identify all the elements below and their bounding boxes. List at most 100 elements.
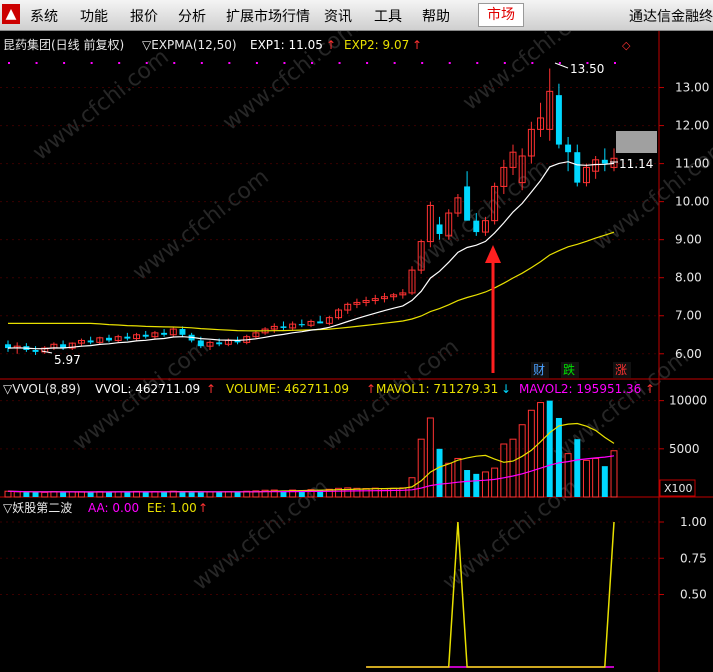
mavol2-arrow: ↑ (645, 382, 655, 396)
signal-dot (503, 62, 506, 64)
volume-bar (188, 492, 195, 497)
vvol-indicator-name[interactable]: ▽VVOL(8,89) (3, 382, 81, 396)
candle-body (601, 159, 608, 164)
mavol1-arrow: ↓ (501, 382, 511, 396)
app-logo-icon[interactable]: ▲ (2, 4, 20, 24)
exp2-arrow: ↑ (412, 38, 422, 52)
volume-bar (60, 492, 67, 497)
brand-title: 通达信金融终 (629, 9, 713, 25)
signal-dot (118, 62, 121, 64)
signal-dot (228, 62, 231, 64)
signal-dot (90, 62, 93, 64)
volume-bar (234, 491, 241, 497)
signal-indicator-name[interactable]: ▽妖股第二波 (3, 501, 72, 515)
candle-body (574, 152, 581, 183)
candle-body (142, 334, 149, 337)
signal-dot (366, 62, 369, 64)
exp2-value: EXP2: 9.07 (344, 38, 409, 52)
signal-dot (145, 62, 148, 64)
rise-marker[interactable]: 涨 (615, 362, 627, 377)
aa-value: AA: 0.00 (88, 501, 139, 515)
candle-body (179, 329, 186, 335)
volume-arrow: ↑ (366, 382, 376, 396)
candle-body (280, 326, 287, 328)
volume-unit: X100 (664, 482, 693, 495)
volume-bar (124, 491, 131, 497)
signal-dot (531, 62, 534, 64)
price-tick-label: 9.00 (675, 233, 702, 247)
volume-bar (216, 492, 223, 497)
candle-body (473, 220, 480, 233)
candle-body (436, 224, 443, 234)
menu-item-function[interactable]: 功能 (80, 6, 108, 26)
candle-body (106, 337, 112, 341)
signal-dot (393, 62, 396, 64)
volume-bar (23, 492, 30, 497)
signal-tick-label: 1.00 (680, 515, 707, 529)
volume-bar (32, 491, 39, 497)
candle-body (216, 342, 223, 345)
expma-indicator-name[interactable]: ▽EXPMA(12,50) (142, 38, 237, 52)
menu-item-market[interactable]: 市场 (478, 3, 524, 27)
vvol-value: VVOL: 462711.09 (95, 382, 200, 396)
volume-bar (473, 473, 480, 497)
menu-item-quote[interactable]: 报价 (130, 6, 158, 26)
vvol-arrow: ↑ (206, 382, 216, 396)
drop-marker[interactable]: 跌 (563, 362, 575, 377)
price-tick-label: 7.00 (675, 309, 702, 323)
signal-dot (35, 62, 38, 64)
menu-item-help[interactable]: 帮助 (422, 6, 450, 26)
signal-dot (200, 62, 203, 64)
volume-tick-label: 5000 (669, 442, 700, 456)
ee-arrow: ↑ (198, 501, 208, 515)
volume-bar (574, 439, 581, 497)
current-price-box (616, 131, 657, 153)
candle-body (565, 144, 572, 153)
signal-dot (476, 62, 479, 64)
signal-dot (421, 62, 424, 64)
volume-tick-label: 10000 (669, 394, 707, 408)
volume-bar (161, 491, 168, 497)
price-tick-label: 10.00 (675, 195, 709, 209)
kline-chart[interactable]: www.cfchi.com www.cfchi.comwww.cfchi.com w… (0, 31, 713, 672)
diamond-icon[interactable]: ◇ (622, 39, 631, 52)
candle-body (464, 186, 471, 221)
signal-dot (8, 62, 10, 64)
price-tick-label: 12.00 (675, 119, 709, 133)
volume-bar (464, 470, 471, 497)
candle-body (161, 332, 168, 335)
menu-bar: ▲ 系统 功能 报价 分析 扩展市场行情 资讯 工具 帮助 市场 通达信金融终 (0, 0, 713, 31)
stock-title: 昆药集团(日线 前复权) (3, 37, 124, 52)
mavol2-value: MAVOL2: 195951.36 (519, 382, 641, 396)
volume-bar (106, 491, 112, 497)
volume-bar (197, 492, 204, 497)
volume-bar (601, 466, 608, 497)
menu-item-tools[interactable]: 工具 (374, 6, 402, 26)
volume-bar (87, 492, 94, 497)
last-price-label: 11.14 (619, 157, 653, 171)
signal-tick-label: 0.75 (680, 551, 707, 565)
candle-body (32, 349, 39, 352)
signal-dot (338, 62, 341, 64)
menu-item-analysis[interactable]: 分析 (178, 6, 206, 26)
signal-dot (173, 62, 176, 64)
price-tick-label: 13.00 (675, 81, 709, 95)
menu-item-info[interactable]: 资讯 (324, 6, 352, 26)
price-tick-label: 11.00 (675, 157, 709, 171)
menu-item-system[interactable]: 系统 (30, 6, 58, 26)
signal-dot (255, 62, 258, 64)
signal-tick-label: 0.50 (680, 588, 707, 602)
candle-body (298, 324, 305, 326)
signal-dot (311, 62, 313, 64)
candle-body (197, 340, 204, 347)
candle-body (124, 336, 131, 339)
signal-dot (448, 62, 451, 64)
finance-marker[interactable]: 财 (533, 363, 545, 377)
exp1-arrow: ↑ (326, 38, 336, 52)
menu-item-ext-market[interactable]: 扩展市场行情 (226, 6, 310, 26)
signal-dot (558, 62, 561, 64)
signal-dot (63, 62, 66, 64)
volume-bar (546, 400, 553, 497)
mavol1-value: MAVOL1: 711279.31 (376, 382, 498, 396)
exp1-value: EXP1: 11.05 (250, 38, 323, 52)
